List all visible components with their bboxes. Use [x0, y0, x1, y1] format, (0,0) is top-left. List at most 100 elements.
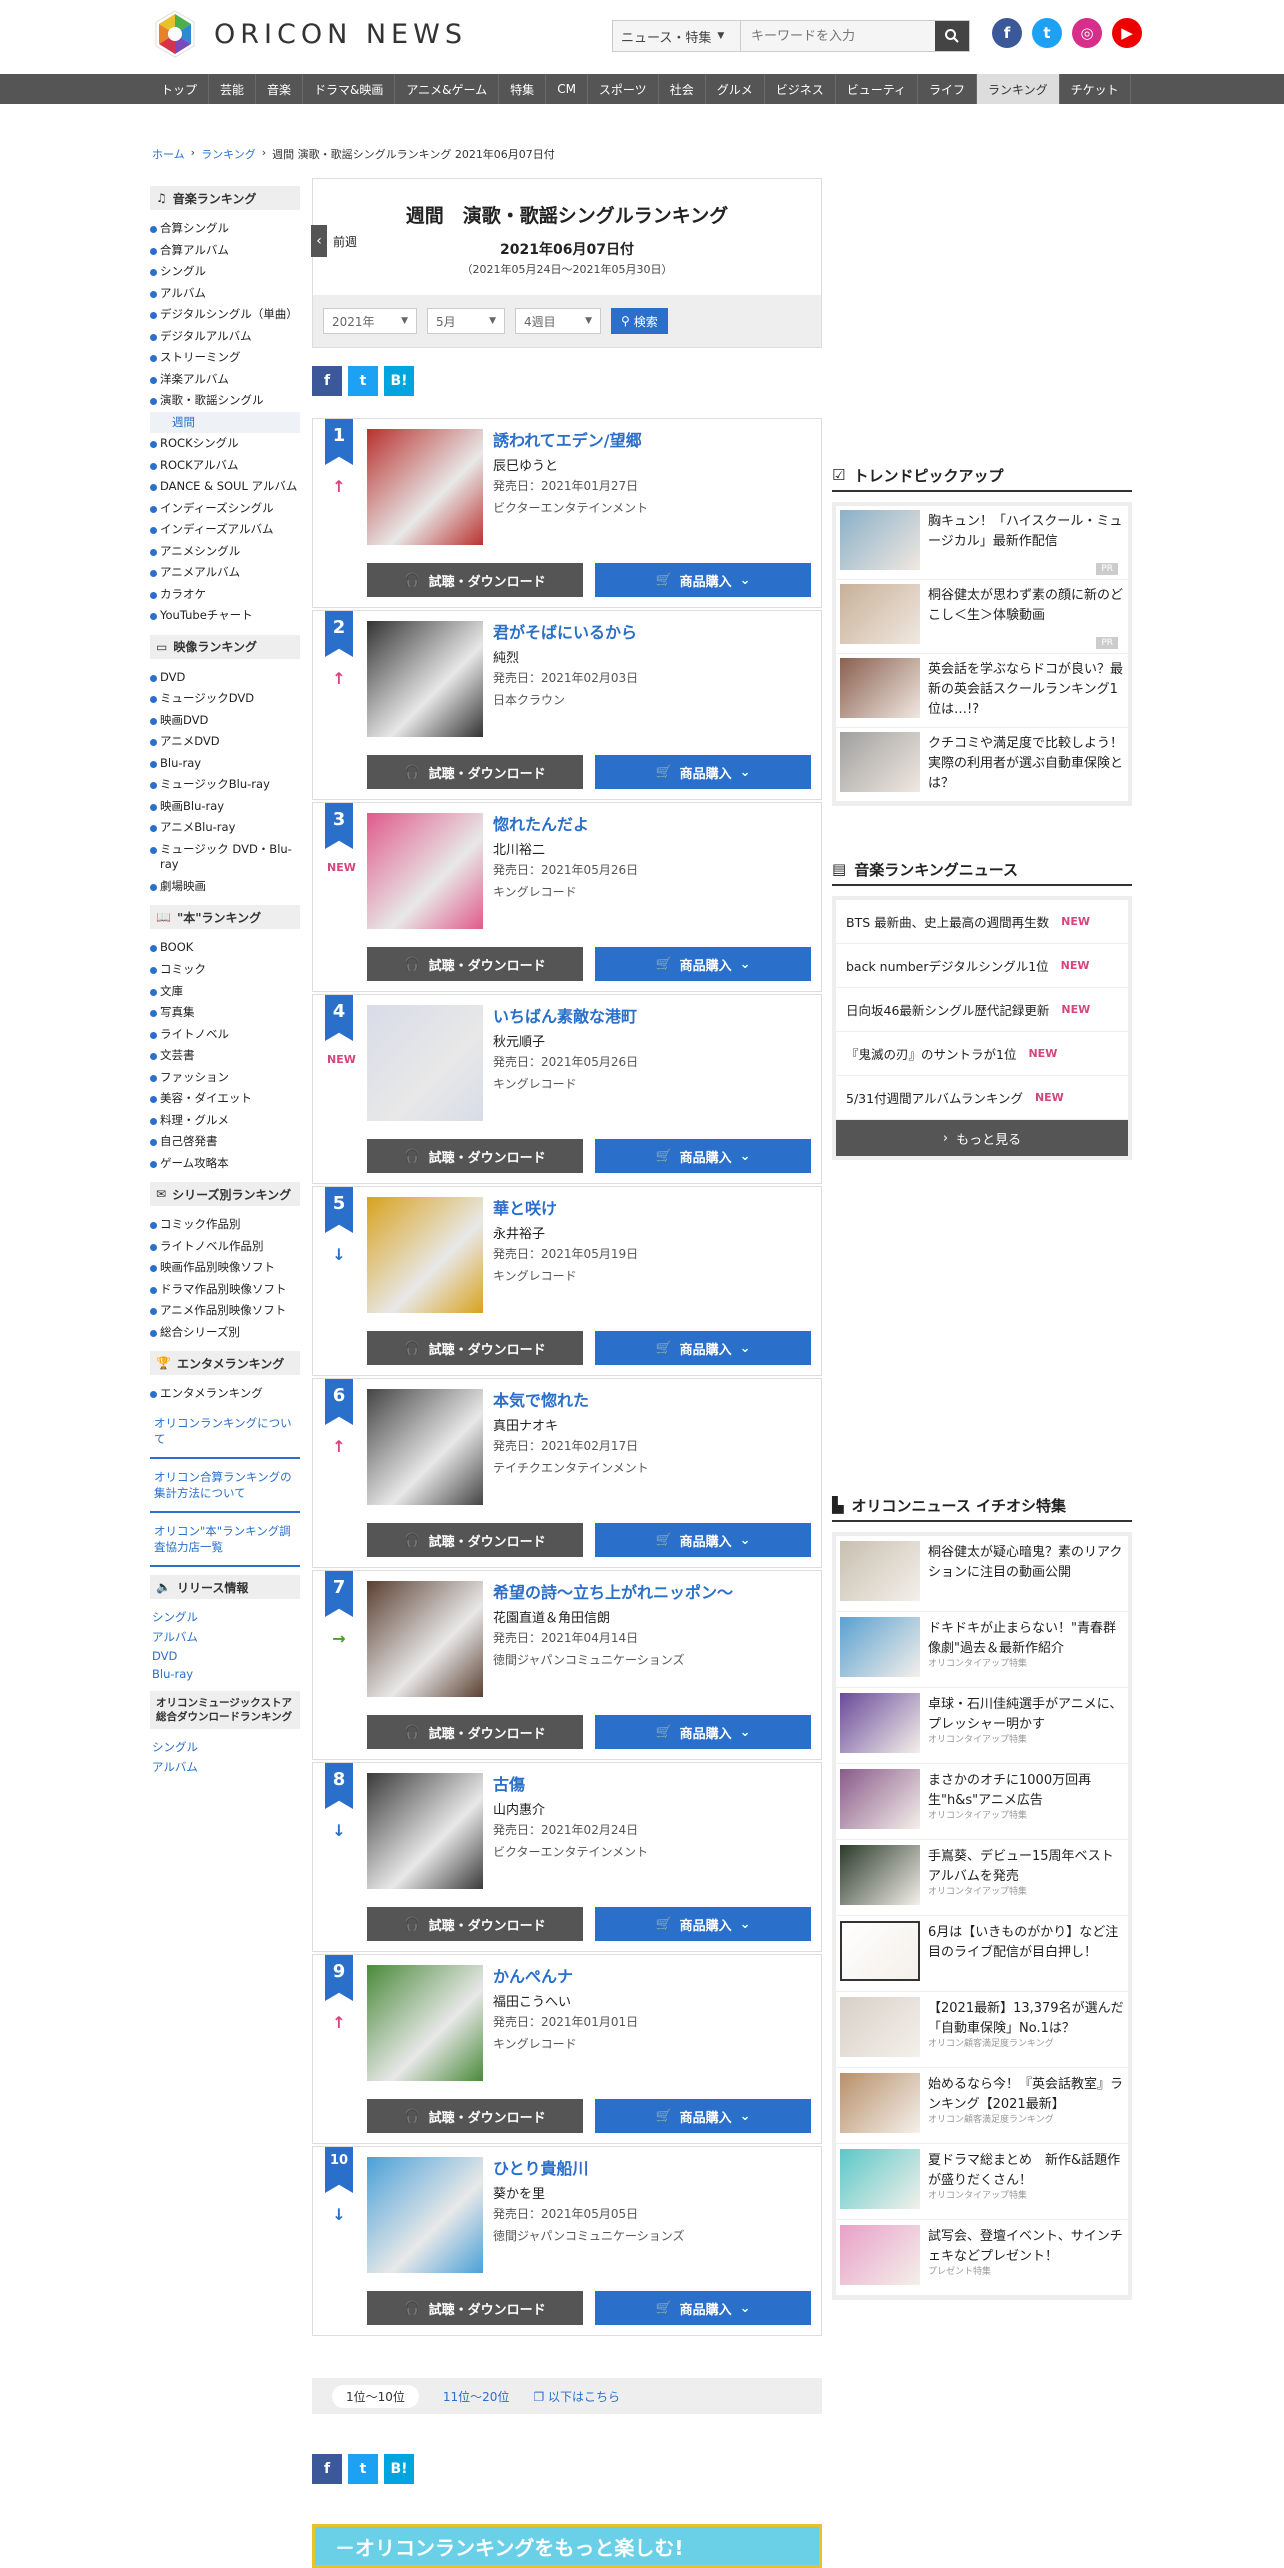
- breadcrumb-home[interactable]: ホーム: [152, 146, 185, 162]
- music-news-item[interactable]: 5/31付週間アルバムランキング NEW: [836, 1076, 1128, 1120]
- song-title[interactable]: かんぺんナ: [493, 1963, 573, 1987]
- sidebar-link[interactable]: ドラマ作品別映像ソフト: [150, 1279, 300, 1301]
- more-button[interactable]: › もっと見る: [836, 1120, 1128, 1156]
- search-input[interactable]: [741, 21, 935, 51]
- pickup-item[interactable]: 始めるなら今！『英会話教室』ランキング【2021最新】 オリコン顧客満足度ランキン…: [836, 2068, 1128, 2144]
- listen-download-button[interactable]: 🎧 試聴・ダウンロード: [367, 2099, 583, 2133]
- sidebar-link[interactable]: ROCKアルバム: [150, 455, 300, 477]
- sidebar-link[interactable]: 自己啓発書: [150, 1131, 300, 1153]
- trend-item[interactable]: クチコミや満足度で比較しよう！実際の利用者が選ぶ自動車保険とは？: [836, 728, 1128, 802]
- sidebar-link[interactable]: 映画Blu-ray: [150, 796, 300, 818]
- artist-name[interactable]: 秋元順子: [493, 1031, 545, 1050]
- facebook-icon[interactable]: f: [992, 18, 1022, 48]
- nav-item[interactable]: 特集: [499, 74, 547, 104]
- jacket-image[interactable]: [367, 1581, 483, 1697]
- nav-item[interactable]: ライフ: [918, 74, 978, 104]
- sidebar-link[interactable]: コミック作品別: [150, 1214, 300, 1236]
- artist-name[interactable]: 永井裕子: [493, 1223, 545, 1242]
- store-link[interactable]: シングル: [150, 1737, 300, 1757]
- artist-name[interactable]: 純烈: [493, 647, 519, 666]
- sidebar-link[interactable]: YouTubeチャート: [150, 605, 300, 627]
- youtube-icon[interactable]: ▶: [1112, 18, 1142, 48]
- song-title[interactable]: 本気で惚れた: [493, 1387, 589, 1411]
- sidebar-link[interactable]: アニメシングル: [150, 541, 300, 563]
- jacket-image[interactable]: [367, 1197, 483, 1313]
- sidebar-link[interactable]: DANCE & SOUL アルバム: [150, 476, 300, 498]
- jacket-image[interactable]: [367, 1389, 483, 1505]
- search-button[interactable]: [935, 21, 969, 51]
- store-link[interactable]: アルバム: [150, 1757, 300, 1777]
- listen-download-button[interactable]: 🎧 試聴・ダウンロード: [367, 947, 583, 981]
- sidebar-link[interactable]: 文庫: [150, 981, 300, 1003]
- trend-item[interactable]: 桐谷健太が思わず素の顔に新のどこし＜生＞体験動画 PR: [836, 580, 1128, 654]
- sidebar-note-link[interactable]: オリコン"本"ランキング調査協力店一覧: [150, 1513, 300, 1568]
- release-link[interactable]: シングル: [150, 1607, 300, 1627]
- pickup-item[interactable]: まさかのオチに1000万回再生"h&s"アニメ広告 オリコンタイアップ特集: [836, 1764, 1128, 1840]
- year-select[interactable]: 2021年 ▼: [323, 308, 417, 334]
- listen-download-button[interactable]: 🎧 試聴・ダウンロード: [367, 1331, 583, 1365]
- sidebar-link[interactable]: エンタメランキング: [150, 1383, 300, 1405]
- twitter-share-icon[interactable]: t: [348, 2454, 378, 2484]
- sidebar-link[interactable]: アニメBlu-ray: [150, 817, 300, 839]
- song-title[interactable]: ひとり貴船川: [493, 2155, 589, 2179]
- sidebar-link[interactable]: コミック: [150, 959, 300, 981]
- sidebar-link-weekly[interactable]: 週間: [150, 411, 300, 434]
- sidebar-note-link[interactable]: オリコンランキングについて: [150, 1405, 300, 1459]
- sidebar-link[interactable]: ファッション: [150, 1067, 300, 1089]
- month-select[interactable]: 5月 ▼: [427, 308, 505, 334]
- buy-button[interactable]: 🛒 商品購入 ⌄: [595, 1715, 811, 1749]
- buy-button[interactable]: 🛒 商品購入 ⌄: [595, 1331, 811, 1365]
- song-title[interactable]: 希望の詩～立ち上がれニッポン～: [493, 1579, 733, 1603]
- nav-item[interactable]: CM: [546, 74, 588, 104]
- sidebar-link[interactable]: 総合シリーズ別: [150, 1322, 300, 1344]
- search-category-select[interactable]: ニュース・特集 ▼: [613, 21, 741, 51]
- nav-item[interactable]: トップ: [150, 74, 210, 104]
- sidebar-link[interactable]: アニメアルバム: [150, 562, 300, 584]
- sidebar-note-link[interactable]: オリコン合算ランキングの集計方法について: [150, 1459, 300, 1514]
- release-link[interactable]: DVD: [150, 1647, 300, 1665]
- sidebar-link[interactable]: 写真集: [150, 1002, 300, 1024]
- sidebar-link[interactable]: デジタルシングル（単曲）: [150, 304, 300, 326]
- artist-name[interactable]: 花園直道＆角田信朗: [493, 1607, 610, 1626]
- sidebar-link[interactable]: シングル: [150, 261, 300, 283]
- pickup-item[interactable]: 卓球・石川佳純選手がアニメに、プレッシャー明かす オリコンタイアップ特集: [836, 1688, 1128, 1764]
- buy-button[interactable]: 🛒 商品購入 ⌄: [595, 563, 811, 597]
- sidebar-link[interactable]: アニメ作品別映像ソフト: [150, 1300, 300, 1322]
- twitter-icon[interactable]: t: [1032, 18, 1062, 48]
- nav-item[interactable]: ランキング: [977, 74, 1060, 104]
- sidebar-link[interactable]: ゲーム攻略本: [150, 1153, 300, 1175]
- pickup-item[interactable]: 手嶌葵、デビュー15周年ベストアルバムを発売 オリコンタイアップ特集: [836, 1840, 1128, 1916]
- sidebar-link[interactable]: ミュージック DVD・Blu-ray: [150, 839, 300, 876]
- song-title[interactable]: 古傷: [493, 1771, 525, 1795]
- jacket-image[interactable]: [367, 813, 483, 929]
- instagram-icon[interactable]: ◎: [1072, 18, 1102, 48]
- buy-button[interactable]: 🛒 商品購入 ⌄: [595, 1907, 811, 1941]
- sidebar-link[interactable]: ミュージックBlu-ray: [150, 774, 300, 796]
- sidebar-link[interactable]: 映画作品別映像ソフト: [150, 1257, 300, 1279]
- buy-button[interactable]: 🛒 商品購入 ⌄: [595, 2291, 811, 2325]
- pickup-item[interactable]: 試写会、登壇イベント、サインチェキなどプレゼント！ プレゼント特集: [836, 2220, 1128, 2296]
- pickup-item[interactable]: ドキドキが止まらない！"青春群像劇"過去＆最新作紹介 オリコンタイアップ特集: [836, 1612, 1128, 1688]
- buy-button[interactable]: 🛒 商品購入 ⌄: [595, 1139, 811, 1173]
- song-title[interactable]: 惚れたんだよ: [493, 811, 589, 835]
- sidebar-link[interactable]: 演歌・歌謡シングル: [150, 390, 300, 412]
- pickup-item[interactable]: 桐谷健太が疑心暗鬼？素のリアクションに注目の動画公開: [836, 1536, 1128, 1612]
- logo[interactable]: ORICON NEWS: [150, 10, 467, 58]
- listen-download-button[interactable]: 🎧 試聴・ダウンロード: [367, 2291, 583, 2325]
- release-link[interactable]: Blu-ray: [150, 1665, 300, 1683]
- trend-item[interactable]: 胸キュン！「ハイスクール・ミュージカル」最新作配信 PR: [836, 506, 1128, 580]
- breadcrumb-ranking[interactable]: ランキング: [201, 146, 256, 162]
- facebook-share-icon[interactable]: f: [312, 366, 342, 396]
- song-title[interactable]: 誘われてエデン/望郷: [493, 427, 642, 451]
- hatena-share-icon[interactable]: B!: [384, 366, 414, 396]
- sidebar-link[interactable]: Blu-ray: [150, 753, 300, 775]
- listen-download-button[interactable]: 🎧 試聴・ダウンロード: [367, 1139, 583, 1173]
- hatena-share-icon[interactable]: B!: [384, 2454, 414, 2484]
- music-news-item[interactable]: BTS 最新曲、史上最高の週間再生数 NEW: [836, 900, 1128, 944]
- pager-current[interactable]: 1位～10位: [332, 2384, 419, 2408]
- listen-download-button[interactable]: 🎧 試聴・ダウンロード: [367, 563, 583, 597]
- sidebar-link[interactable]: 文芸書: [150, 1045, 300, 1067]
- sidebar-link[interactable]: ライトノベル作品別: [150, 1236, 300, 1258]
- jacket-image[interactable]: [367, 2157, 483, 2273]
- sidebar-link[interactable]: カラオケ: [150, 584, 300, 606]
